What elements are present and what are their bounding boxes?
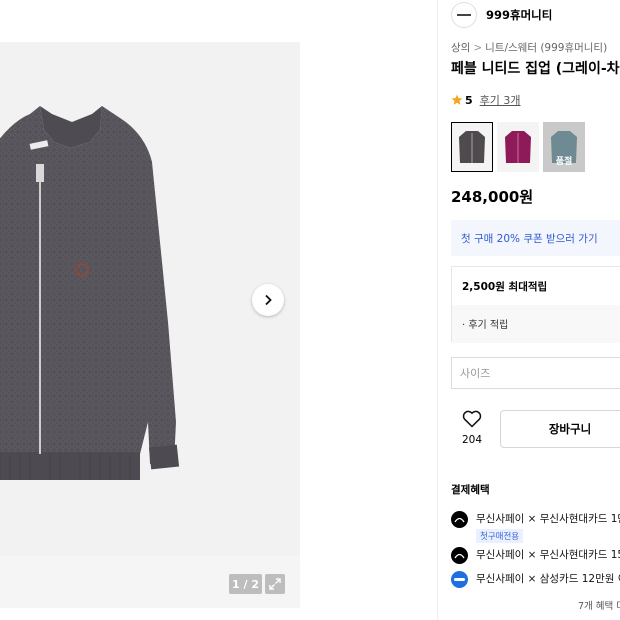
- magenta-zipup-thumbnail: [505, 131, 531, 163]
- payment-benefit-text: 무신사페이 × 무신사현대카드 15: [476, 549, 620, 561]
- color-options: 품절: [451, 122, 589, 172]
- payment-benefit-item[interactable]: 무신사페이 × 무신사현대카드 1만 첫구매전용: [451, 511, 620, 543]
- add-to-cart-button[interactable]: 장바구니: [500, 410, 620, 448]
- payment-benefit-item[interactable]: 무신사페이 × 무신사현대카드 15: [451, 547, 620, 564]
- star-icon: [451, 94, 463, 105]
- size-placeholder: 사이즈: [460, 367, 491, 380]
- brand-link[interactable]: 999휴머니티: [451, 2, 552, 28]
- rating-score: 5: [465, 93, 473, 107]
- musinsa-pay-icon: [451, 547, 468, 564]
- musinsa-pay-icon: [451, 511, 468, 528]
- payment-benefit-text: 무신사페이 × 삼성카드 12만원 이: [476, 573, 620, 585]
- breadcrumb-category[interactable]: 니트/스웨터 (999휴머니티): [485, 42, 607, 54]
- product-gallery: 1 / 2: [0, 0, 420, 620]
- first-purchase-badge: 첫구매전용: [476, 529, 524, 543]
- color-option-blue-grey-soldout[interactable]: 품절: [543, 122, 585, 172]
- color-option-grey[interactable]: [451, 122, 493, 172]
- review-link[interactable]: 후기 3개: [480, 92, 521, 108]
- like-button[interactable]: 204: [451, 410, 493, 446]
- soldout-label: 품절: [555, 157, 573, 167]
- coupon-text: 첫 구매 20% 쿠폰 받으러 가기: [461, 232, 598, 245]
- expand-icon: [269, 578, 281, 590]
- brand-logo: [451, 2, 477, 28]
- rating: 5 후기 3개: [451, 92, 521, 108]
- first-purchase-coupon-banner[interactable]: 첫 구매 20% 쿠폰 받으러 가기: [451, 220, 620, 256]
- heart-icon: [462, 410, 482, 428]
- payment-benefit-text: 무신사페이 × 무신사현대카드 1만: [476, 513, 620, 525]
- more-benefits-link[interactable]: 7개 혜택 더: [578, 598, 620, 612]
- grey-zipup-thumbnail: [459, 131, 485, 163]
- points-box: 2,500원 최대적립 · 후기 적립: [451, 266, 620, 343]
- product-info-panel: 999휴머니티 상의 > 니트/스웨터 (999휴머니티) 페블 니티드 집업 (그…: [438, 0, 620, 620]
- samsung-card-icon: [451, 571, 468, 588]
- points-detail: · 후기 적립: [452, 305, 620, 343]
- breadcrumb-root[interactable]: 상의: [451, 42, 470, 54]
- gallery-top-space: [0, 0, 300, 42]
- breadcrumb-separator: >: [473, 42, 483, 54]
- cart-label: 장바구니: [548, 422, 592, 436]
- expand-image-button[interactable]: [265, 574, 285, 594]
- breadcrumb: 상의 > 니트/스웨터 (999휴머니티): [451, 40, 607, 55]
- payment-benefits-title: 결제혜택: [451, 484, 490, 496]
- review-points: · 후기 적립: [462, 320, 509, 331]
- product-title: 페블 니티드 집업 (그레이-차: [451, 61, 620, 77]
- payment-benefit-item[interactable]: 무신사페이 × 삼성카드 12만원 이: [451, 571, 620, 588]
- chevron-right-icon: [265, 294, 272, 306]
- product-price: 248,000원: [451, 188, 534, 206]
- size-select[interactable]: 사이즈: [451, 357, 620, 389]
- next-image-button[interactable]: [252, 284, 284, 316]
- color-option-magenta[interactable]: [497, 122, 539, 172]
- like-count: 204: [461, 434, 483, 446]
- max-points: 2,500원 최대적립: [462, 281, 548, 293]
- brand-logo-icon: [457, 14, 471, 16]
- brand-name: 999휴머니티: [486, 8, 553, 22]
- image-counter: 1 / 2: [229, 574, 262, 594]
